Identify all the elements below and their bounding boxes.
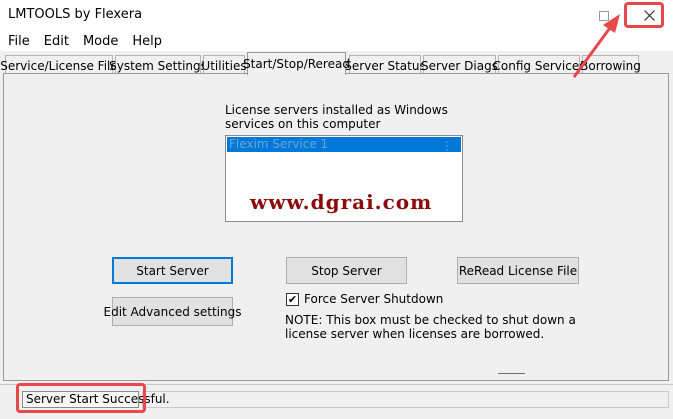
status-message: Server Start Successful. (22, 391, 170, 408)
tab-config-services[interactable]: Config Services (493, 55, 585, 75)
note-text: NOTE: This box must be checked to shut d… (285, 313, 576, 341)
tab-service-license-file[interactable]: Service/License File (0, 55, 118, 75)
tab-system-settings[interactable]: System Settings (109, 55, 207, 75)
minimize-icon (548, 15, 558, 16)
stop-server-button[interactable]: Stop Server (286, 257, 407, 284)
tab-strip: Service/License File System Settings Uti… (0, 52, 673, 75)
maximize-icon (599, 10, 609, 21)
force-shutdown-checkbox[interactable]: ✔ (286, 292, 299, 306)
service-name: Flexim Service 1 (229, 137, 329, 151)
menu-mode[interactable]: Mode (75, 34, 124, 49)
reread-license-button[interactable]: ReRead License File (457, 257, 579, 284)
watermark-text: www.dgrai.com (250, 190, 433, 214)
edit-advanced-settings-button[interactable]: Edit Advanced settings (104, 297, 242, 326)
status-bar-pane (142, 391, 669, 408)
force-shutdown-row: ✔ Force Server Shutdown (286, 291, 443, 307)
tab-start-stop-reread[interactable]: Start/Stop/Reread (243, 52, 350, 75)
list-item[interactable]: Flexim Service 1 ⋮ (227, 137, 461, 153)
close-button[interactable] (627, 0, 671, 31)
minimize-button[interactable] (530, 0, 576, 31)
item-marker: ⋮ (441, 139, 453, 153)
force-shutdown-label[interactable]: Force Server Shutdown (304, 292, 443, 306)
close-icon (643, 10, 655, 21)
services-label: License servers installed as Windows ser… (225, 103, 448, 131)
tab-borrowing[interactable]: Borrowing (580, 55, 641, 75)
tab-server-diags[interactable]: Server Diags (421, 55, 498, 75)
menu-edit[interactable]: Edit (36, 34, 75, 49)
tab-utilities[interactable]: Utilities (201, 55, 247, 75)
maximize-button[interactable] (581, 0, 627, 31)
divider-line (498, 373, 525, 374)
title-bar: LMTOOLS by Flexera (0, 0, 673, 31)
window-title: LMTOOLS by Flexera (8, 7, 143, 22)
menu-bar: File Edit Mode Help (0, 31, 673, 51)
menu-file[interactable]: File (0, 34, 36, 49)
tab-server-status[interactable]: Server Status (344, 55, 426, 75)
start-server-button[interactable]: Start Server (112, 257, 233, 284)
menu-help[interactable]: Help (124, 34, 168, 49)
